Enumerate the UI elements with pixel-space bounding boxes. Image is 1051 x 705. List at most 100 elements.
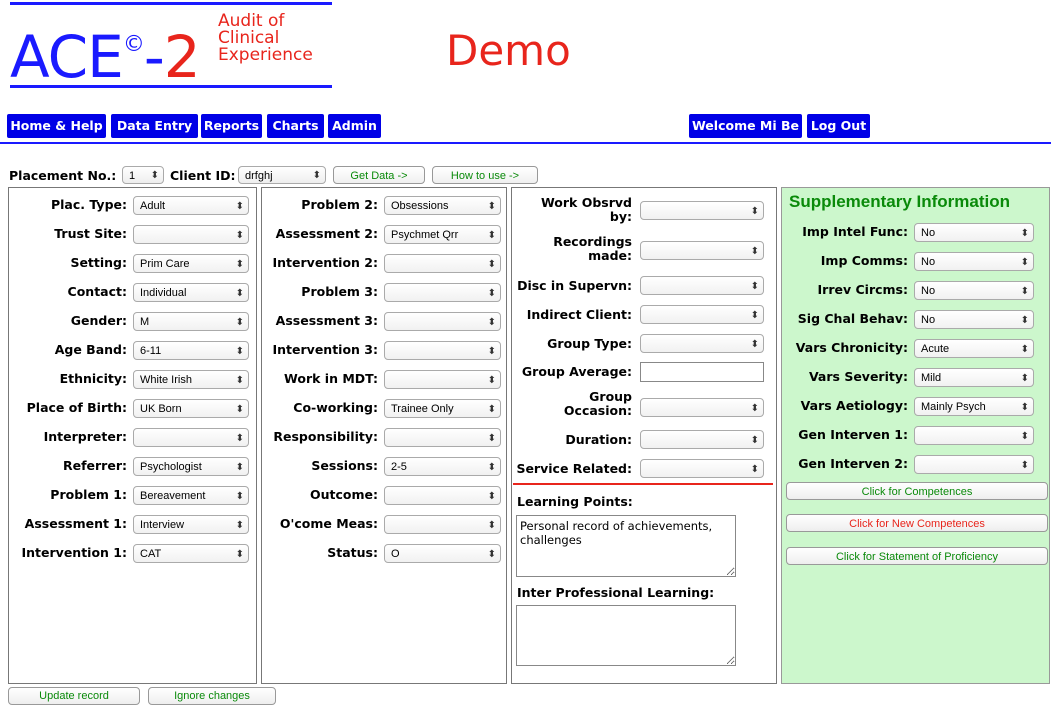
supp-label-1: Imp Comms:: [820, 253, 908, 268]
supp-label-6: Vars Aetiology:: [800, 398, 908, 413]
learning-points-textarea[interactable]: [516, 515, 736, 577]
group-type-label: Group Type:: [547, 336, 632, 351]
col1-select-12[interactable]: CAT ⬍: [133, 544, 249, 563]
group-occasion-label: Group Occasion:: [563, 389, 632, 418]
col2-label-0: Problem 2:: [301, 197, 378, 212]
col2-select-0[interactable]: Obsessions ⬍: [384, 196, 501, 215]
chevron-updown-icon: ⬍: [312, 170, 321, 181]
service-related-select[interactable]: ⬍: [640, 459, 764, 478]
supp-select-6[interactable]: Mainly Psych ⬍: [914, 397, 1034, 416]
col2-select-4[interactable]: ⬍: [384, 312, 501, 331]
chevron-updown-icon: ⬍: [1020, 228, 1029, 239]
col2-select-6[interactable]: ⬍: [384, 370, 501, 389]
chevron-updown-icon: ⬍: [750, 246, 759, 257]
supp-label-0: Imp Intel Func:: [802, 224, 908, 239]
chevron-updown-icon: ⬍: [750, 435, 759, 446]
col2-select-3[interactable]: ⬍: [384, 283, 501, 302]
col2-select-11[interactable]: ⬍: [384, 515, 501, 534]
col1-select-5[interactable]: 6-11 ⬍: [133, 341, 249, 360]
col2-select-8[interactable]: ⬍: [384, 428, 501, 447]
supp-label-3: Sig Chal Behav:: [797, 311, 908, 326]
logo-bottom-rule: [10, 85, 332, 88]
supp-select-2[interactable]: No ⬍: [914, 281, 1034, 300]
chevron-updown-icon: ⬍: [235, 520, 244, 531]
col1-label-10: Problem 1:: [50, 487, 127, 502]
chevron-updown-icon: ⬍: [235, 462, 244, 473]
col2-label-9: Sessions:: [311, 458, 378, 473]
placement-select[interactable]: 1 ⬍: [122, 166, 164, 184]
nav-charts[interactable]: Charts: [267, 114, 324, 138]
supp-select-5[interactable]: Mild ⬍: [914, 368, 1034, 387]
nav-home-help[interactable]: Home & Help: [7, 114, 106, 138]
col2-select-12[interactable]: O ⬍: [384, 544, 501, 563]
service-related-label: Service Related:: [516, 461, 632, 476]
col1-select-9[interactable]: Psychologist ⬍: [133, 457, 249, 476]
col1-select-10[interactable]: Bereavement ⬍: [133, 486, 249, 505]
indirect-client-select[interactable]: ⬍: [640, 305, 764, 324]
supp-select-0[interactable]: No ⬍: [914, 223, 1034, 242]
col2-label-2: Intervention 2:: [272, 255, 379, 270]
app-logo: ACE©-2 Audit of Clinical Experience: [10, 2, 332, 91]
statement-of-proficiency-button[interactable]: Click for Statement of Proficiency: [786, 547, 1048, 565]
col2-label-8: Responsibility:: [273, 429, 378, 444]
competences-button[interactable]: Click for Competences: [786, 482, 1048, 500]
chevron-updown-icon: ⬍: [235, 433, 244, 444]
chevron-updown-icon: ⬍: [235, 201, 244, 212]
col1-label-6: Ethnicity:: [59, 371, 127, 386]
col1-select-1[interactable]: ⬍: [133, 225, 249, 244]
get-data-button[interactable]: Get Data ->: [333, 166, 425, 184]
col1-select-2[interactable]: Prim Care ⬍: [133, 254, 249, 273]
chevron-updown-icon: ⬍: [487, 462, 496, 473]
chevron-updown-icon: ⬍: [750, 403, 759, 414]
recordings-select[interactable]: ⬍: [640, 241, 764, 260]
col1-select-7[interactable]: UK Born ⬍: [133, 399, 249, 418]
client-id-label: Client ID:: [170, 168, 236, 183]
col1-select-11[interactable]: Interview ⬍: [133, 515, 249, 534]
col2-select-1[interactable]: Psychmet Qrr ⬍: [384, 225, 501, 244]
work-observed-select[interactable]: ⬍: [640, 201, 764, 220]
col2-select-2[interactable]: ⬍: [384, 254, 501, 273]
chevron-updown-icon: ⬍: [235, 404, 244, 415]
group-occasion-select[interactable]: ⬍: [640, 398, 764, 417]
duration-select[interactable]: ⬍: [640, 430, 764, 449]
supp-select-8[interactable]: ⬍: [914, 455, 1034, 474]
inter-professional-learning-label: Inter Professional Learning:: [517, 585, 715, 600]
supp-select-1[interactable]: No ⬍: [914, 252, 1034, 271]
new-competences-button[interactable]: Click for New Competences: [786, 514, 1048, 532]
group-type-select[interactable]: ⬍: [640, 334, 764, 353]
client-id-select[interactable]: drfghj ⬍: [238, 166, 326, 184]
ignore-changes-button[interactable]: Ignore changes: [148, 687, 276, 705]
col2-select-5[interactable]: ⬍: [384, 341, 501, 360]
nav-admin[interactable]: Admin: [328, 114, 381, 138]
col2-select-10[interactable]: ⬍: [384, 486, 501, 505]
group-average-input[interactable]: [640, 362, 764, 382]
supp-select-7[interactable]: ⬍: [914, 426, 1034, 445]
duration-label: Duration:: [565, 432, 632, 447]
chevron-updown-icon: ⬍: [487, 404, 496, 415]
nav-data-entry[interactable]: Data Entry: [111, 114, 198, 138]
col1-label-4: Gender:: [70, 313, 127, 328]
col1-select-3[interactable]: Individual ⬍: [133, 283, 249, 302]
col1-select-6[interactable]: White Irish ⬍: [133, 370, 249, 389]
col1-select-4[interactable]: M ⬍: [133, 312, 249, 331]
chevron-updown-icon: ⬍: [750, 310, 759, 321]
supp-select-4[interactable]: Acute ⬍: [914, 339, 1034, 358]
logout-button[interactable]: Log Out: [807, 114, 870, 138]
recordings-label: Recordings made:: [553, 234, 632, 263]
col2-select-7[interactable]: Trainee Only ⬍: [384, 399, 501, 418]
col2-label-12: Status:: [327, 545, 378, 560]
group-average-label: Group Average:: [521, 364, 632, 379]
col1-select-0[interactable]: Adult ⬍: [133, 196, 249, 215]
chevron-updown-icon: ⬍: [1020, 315, 1029, 326]
col1-label-12: Intervention 1:: [21, 545, 128, 560]
update-record-button[interactable]: Update record: [8, 687, 140, 705]
inter-professional-learning-textarea[interactable]: [516, 605, 736, 666]
disc-in-supervn-select[interactable]: ⬍: [640, 276, 764, 295]
nav-reports[interactable]: Reports: [201, 114, 262, 138]
col1-select-8[interactable]: ⬍: [133, 428, 249, 447]
col2-select-9[interactable]: 2-5 ⬍: [384, 457, 501, 476]
supp-label-7: Gen Interven 1:: [798, 427, 908, 442]
how-to-use-button[interactable]: How to use ->: [432, 166, 538, 184]
supp-select-3[interactable]: No ⬍: [914, 310, 1034, 329]
chevron-updown-icon: ⬍: [487, 375, 496, 386]
